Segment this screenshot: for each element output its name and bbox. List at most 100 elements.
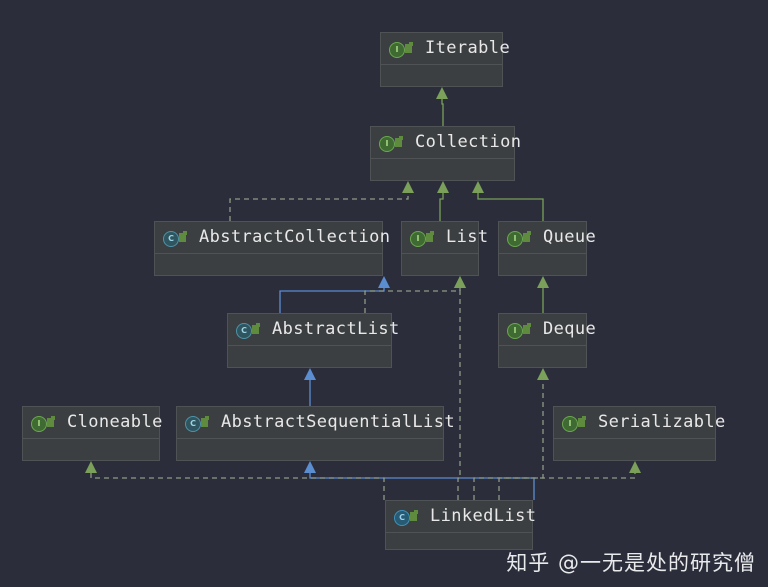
edge-queue-to-collection (477, 193, 544, 221)
visibility-public-icon (410, 509, 418, 521)
visibility-public-icon (405, 41, 413, 53)
arrowhead-extends (472, 181, 484, 193)
edge-linkedlist-to-cloneable (90, 473, 385, 500)
class-node-linkedlist[interactable]: C LinkedList (385, 500, 536, 550)
arrowhead-implements (629, 461, 641, 473)
class-icon: C (394, 509, 420, 526)
class-node-label: LinkedList (430, 506, 537, 526)
arrowhead-extends (304, 368, 316, 380)
visibility-public-icon (179, 230, 187, 242)
class-node-label: Deque (543, 319, 597, 339)
class-node-label: Iterable (425, 38, 511, 58)
arrowhead-extends (537, 276, 549, 288)
arrowhead-extends (436, 87, 448, 99)
class-node-header: I Collection (371, 127, 521, 159)
class-node-members (177, 439, 443, 461)
arrowhead-implements (85, 461, 97, 473)
arrowhead-extends (304, 461, 316, 473)
class-node-members (155, 254, 382, 276)
arrowhead-implements (454, 276, 466, 288)
class-node-members (554, 439, 715, 461)
class-node-members (499, 254, 586, 276)
class-node-label: AbstractList (272, 319, 400, 339)
class-node-members (381, 65, 502, 87)
class-node-label: Serializable (598, 412, 726, 432)
visibility-public-icon (47, 415, 55, 427)
interface-icon: I (31, 415, 57, 432)
diagram-connectors (85, 87, 641, 500)
class-node-members (23, 439, 159, 461)
arrowhead-implements (537, 368, 549, 380)
interface-icon: I (562, 415, 588, 432)
type-marker-icon: C (185, 415, 201, 432)
visibility-public-icon (523, 230, 531, 242)
visibility-public-icon (523, 322, 531, 334)
class-node-label: AbstractSequentialList (221, 412, 455, 432)
class-node-header: C AbstractSequentialList (177, 407, 455, 439)
class-node-collection[interactable]: I Collection (370, 126, 521, 181)
type-marker-icon: I (410, 230, 426, 247)
visibility-public-icon (426, 230, 434, 242)
watermark: 知乎 @一无是处的研究僧 (506, 551, 756, 575)
class-node-header: I Queue (499, 222, 596, 254)
class-node-header: I Iterable (381, 33, 510, 65)
edge-linkedlist-to-deque (473, 380, 544, 500)
arrowhead-implements (402, 181, 414, 193)
type-marker-icon: I (31, 415, 47, 432)
abstract-class-icon: C (163, 230, 189, 247)
class-node-abstractlist[interactable]: C AbstractList (227, 313, 399, 368)
class-node-header: C AbstractList (228, 314, 399, 346)
class-node-members (499, 346, 586, 368)
arrowhead-extends (437, 181, 449, 193)
class-node-queue[interactable]: I Queue (498, 221, 596, 276)
class-node-header: I Cloneable (23, 407, 162, 439)
edge-list-to-collection (439, 193, 444, 221)
type-marker-icon: I (507, 322, 523, 339)
class-node-header: I Deque (499, 314, 596, 346)
edge-linkedlist-to-serializable (498, 473, 636, 500)
arrowhead-implements (454, 276, 466, 288)
class-node-members (402, 254, 478, 276)
class-node-label: Cloneable (67, 412, 163, 432)
class-node-header: C AbstractCollection (155, 222, 390, 254)
visibility-public-icon (395, 135, 403, 147)
interface-icon: I (507, 322, 533, 339)
interface-icon: I (379, 135, 405, 152)
class-node-deque[interactable]: I Deque (498, 313, 596, 368)
class-node-header: I Serializable (554, 407, 725, 439)
class-node-abstractcollection[interactable]: C AbstractCollection (154, 221, 390, 276)
visibility-public-icon (252, 322, 260, 334)
class-node-members (228, 346, 391, 368)
type-marker-icon: I (562, 415, 578, 432)
uml-class-diagram: I Iterable I Collection C AbstractCollection I… (0, 0, 768, 587)
class-node-iterable[interactable]: I Iterable (380, 32, 510, 87)
edge-collection-to-iterable (441, 99, 444, 126)
abstract-class-icon: C (236, 322, 262, 339)
class-node-list[interactable]: I List (401, 221, 488, 276)
class-node-abstractsequentiallist[interactable]: C AbstractSequentialList (176, 406, 455, 461)
interface-icon: I (410, 230, 436, 247)
type-marker-icon: I (389, 41, 405, 58)
arrowhead-extends (378, 276, 390, 288)
type-marker-icon: C (163, 230, 179, 247)
class-node-label: Queue (543, 227, 597, 247)
visibility-public-icon (578, 415, 586, 427)
edge-abstractlist-to-list (364, 288, 461, 313)
class-node-header: I List (402, 222, 488, 254)
type-marker-icon: I (507, 230, 523, 247)
class-node-label: List (446, 227, 489, 247)
class-node-cloneable[interactable]: I Cloneable (22, 406, 162, 461)
interface-icon: I (389, 41, 415, 58)
interface-icon: I (507, 230, 533, 247)
class-node-members (371, 159, 514, 181)
type-marker-icon: C (236, 322, 252, 339)
class-node-label: AbstractCollection (199, 227, 391, 247)
class-node-label: Collection (415, 132, 522, 152)
class-node-serializable[interactable]: I Serializable (553, 406, 725, 461)
edge-abstractcollection-to-collection (229, 193, 409, 221)
abstract-class-icon: C (185, 415, 211, 432)
edge-abstractlist-to-abstractcollection (279, 288, 385, 313)
edge-linkedlist-to-list (457, 288, 461, 500)
class-node-header: C LinkedList (386, 501, 536, 533)
visibility-public-icon (201, 415, 209, 427)
